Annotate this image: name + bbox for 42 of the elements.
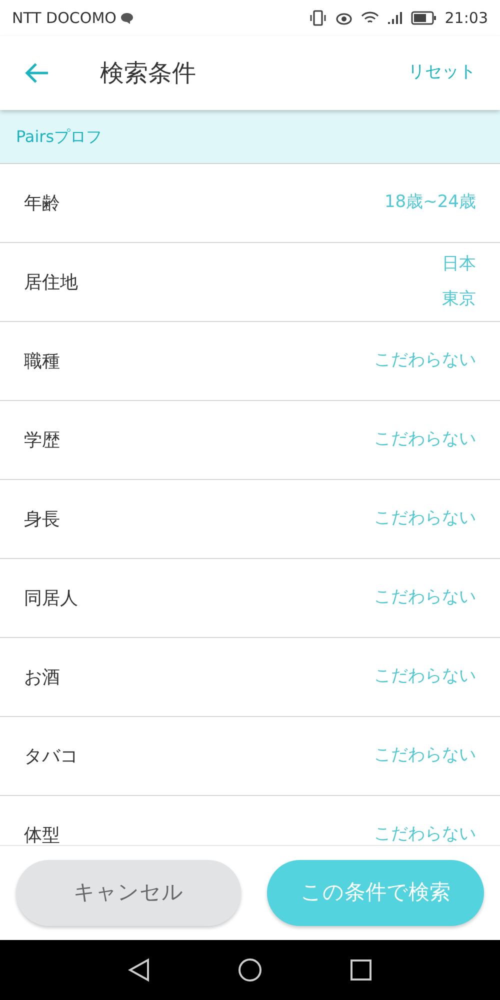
filter-row[interactable]: 同居人 こだわらない [0, 559, 500, 638]
filter-value: こだわらない [374, 744, 476, 768]
filter-row[interactable]: 身長 こだわらない [0, 480, 500, 559]
back-arrow-icon[interactable] [24, 62, 50, 84]
filter-label: 学歴 [24, 428, 60, 452]
filter-row[interactable]: お酒 こだわらない [0, 638, 500, 717]
home-circle-icon[interactable] [238, 958, 262, 982]
filter-row[interactable]: 職種 こだわらない [0, 322, 500, 401]
section-title: Pairsプロフ [16, 126, 102, 148]
filter-value: こだわらない [374, 507, 476, 530]
cancel-button[interactable]: キャンセル [16, 860, 241, 926]
vibrate-icon [308, 10, 327, 26]
filter-value: 東京 [442, 288, 476, 311]
filter-value: こだわらない [374, 586, 476, 610]
eye-icon [334, 11, 353, 25]
chat-bubble-icon [120, 12, 134, 24]
filter-value: こだわらない [374, 665, 476, 688]
signal-icon [386, 11, 403, 25]
page-title: 検索条件 [100, 58, 196, 89]
back-triangle-icon[interactable] [128, 958, 150, 982]
filter-label: 体型 [24, 824, 60, 845]
wifi-icon [360, 11, 379, 25]
filter-label: お酒 [24, 666, 60, 690]
filter-label: 同居人 [24, 586, 78, 610]
filter-label: 職種 [24, 350, 60, 374]
filter-row[interactable]: 居住地 日本 東京 [0, 243, 500, 322]
filter-label: 居住地 [24, 270, 78, 294]
filter-value: こだわらない [374, 428, 476, 452]
recents-square-icon[interactable] [350, 959, 372, 981]
clock-time: 21:03 [444, 8, 488, 29]
filter-row[interactable]: 学歴 こだわらない [0, 401, 500, 480]
filter-label: 年齢 [24, 192, 60, 216]
filter-row[interactable]: 年齢 18歳~24歳 [0, 164, 500, 243]
filter-label: タバコ [24, 744, 78, 768]
filter-value: こだわらない [374, 349, 476, 372]
filter-row[interactable]: タバコ こだわらない [0, 717, 500, 796]
filter-label: 身長 [24, 508, 60, 532]
filter-value: こだわらない [374, 823, 476, 845]
filter-value: 日本 [442, 252, 476, 276]
filter-value: 18歳~24歳 [384, 191, 476, 214]
carrier-name: NTT DOCOMO [12, 8, 116, 29]
battery-icon [410, 11, 437, 25]
